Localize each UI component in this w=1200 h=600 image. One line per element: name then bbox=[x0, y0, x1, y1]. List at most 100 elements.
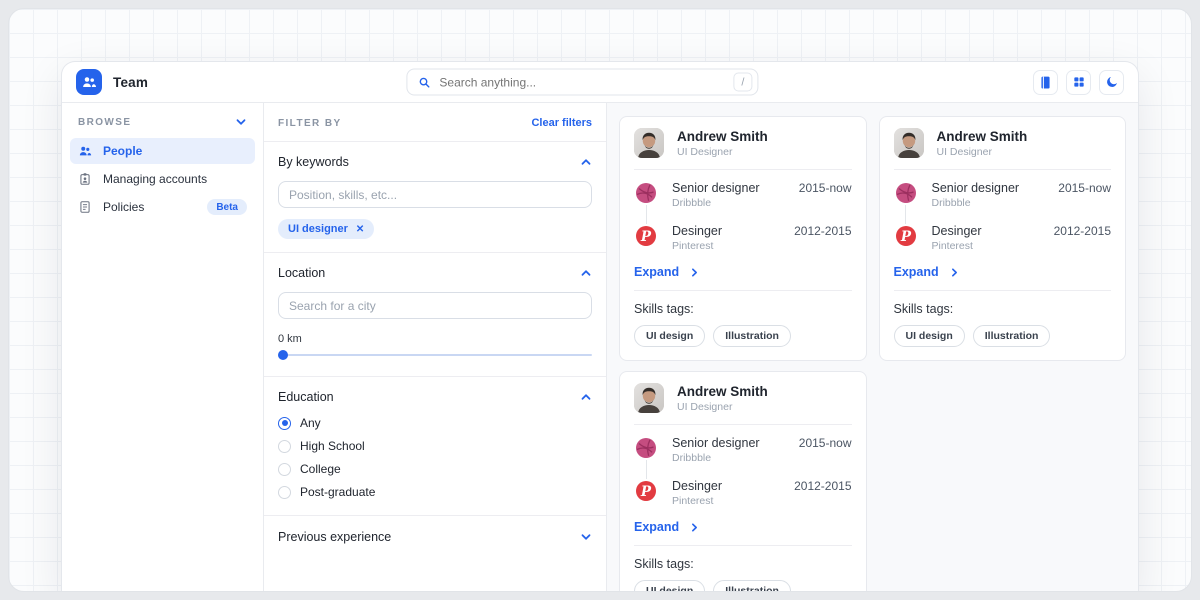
divider bbox=[634, 545, 852, 546]
skills-label: Skills tags: bbox=[894, 302, 1112, 316]
app-title: Team bbox=[113, 75, 148, 90]
experience-row: Senior designer Dribbble 2015-now bbox=[634, 181, 852, 209]
id-badge-icon bbox=[78, 172, 92, 186]
divider bbox=[634, 290, 852, 291]
experience-row: Desinger Pinterest 2012-2015 bbox=[634, 479, 852, 507]
education-section-header[interactable]: Education bbox=[278, 390, 592, 404]
team-logo-icon bbox=[81, 74, 97, 90]
pinterest-icon bbox=[634, 479, 658, 503]
person-card: Andrew Smith UI Designer Senior designer… bbox=[879, 116, 1127, 361]
location-section-header[interactable]: Location bbox=[278, 266, 592, 280]
people-icon bbox=[78, 144, 92, 158]
beta-badge: Beta bbox=[207, 199, 247, 215]
person-role: UI Designer bbox=[677, 401, 768, 413]
skill-chip[interactable]: Illustration bbox=[713, 580, 791, 592]
distance-slider[interactable] bbox=[278, 350, 592, 360]
sidebar-item-managing-accounts[interactable]: Managing accounts bbox=[70, 166, 255, 192]
sidebar-item-people[interactable]: People bbox=[70, 138, 255, 164]
keywords-input[interactable] bbox=[278, 181, 592, 208]
radio-button[interactable] bbox=[278, 486, 291, 499]
skill-chip[interactable]: Illustration bbox=[713, 325, 791, 347]
chevron-down-icon[interactable] bbox=[580, 531, 592, 543]
radio-option-high-school[interactable]: High School bbox=[278, 439, 592, 453]
previous-experience-section-header[interactable]: Previous experience bbox=[278, 530, 592, 544]
app-logo[interactable] bbox=[76, 69, 102, 95]
radio-button[interactable] bbox=[278, 417, 291, 430]
experience-timeline: Senior designer Dribbble 2015-now Desing… bbox=[634, 436, 852, 507]
avatar bbox=[634, 383, 664, 413]
search-shortcut-key: / bbox=[733, 73, 752, 92]
experience-period: 2012-2015 bbox=[794, 479, 851, 493]
book-button[interactable] bbox=[1033, 70, 1058, 95]
experience-period: 2012-2015 bbox=[1054, 224, 1111, 238]
keywords-section-title: By keywords bbox=[278, 155, 349, 169]
expand-button[interactable]: Expand bbox=[894, 265, 1112, 279]
clear-filters-link[interactable]: Clear filters bbox=[531, 117, 592, 129]
divider bbox=[634, 169, 852, 170]
app-window: Team / bbox=[61, 61, 1139, 592]
location-section-title: Location bbox=[278, 266, 325, 280]
sidebar-item-policies[interactable]: Policies Beta bbox=[70, 194, 255, 220]
browse-section-header[interactable]: Browse bbox=[70, 116, 255, 138]
topbar-actions bbox=[1033, 70, 1124, 95]
skills-label: Skills tags: bbox=[634, 557, 852, 571]
search-icon bbox=[417, 75, 431, 89]
global-search[interactable]: / bbox=[406, 69, 758, 96]
expand-button[interactable]: Expand bbox=[634, 520, 852, 534]
skill-chip[interactable]: UI design bbox=[634, 325, 705, 347]
keyword-tag-label: UI designer bbox=[288, 223, 348, 235]
document-icon bbox=[78, 200, 92, 214]
empty-grid-cell bbox=[879, 371, 1127, 592]
filter-by-label: Filter by bbox=[278, 118, 342, 129]
radio-option-any[interactable]: Any bbox=[278, 416, 592, 430]
radio-button[interactable] bbox=[278, 463, 291, 476]
slider-thumb[interactable] bbox=[278, 350, 288, 360]
dark-mode-toggle[interactable] bbox=[1099, 70, 1124, 95]
experience-period: 2015-now bbox=[799, 181, 852, 195]
browse-label: Browse bbox=[78, 117, 131, 128]
apps-grid-button[interactable] bbox=[1066, 70, 1091, 95]
divider bbox=[894, 290, 1112, 291]
chevron-up-icon[interactable] bbox=[580, 156, 592, 168]
sidebar: Browse People Managing accounts bbox=[62, 103, 264, 592]
experience-row: Senior designer Dribbble 2015-now bbox=[634, 436, 852, 464]
skill-chip[interactable]: UI design bbox=[634, 580, 705, 592]
keyword-tag-ui-designer[interactable]: UI designer ✕ bbox=[278, 219, 374, 239]
expand-button[interactable]: Expand bbox=[634, 265, 852, 279]
keywords-section-header[interactable]: By keywords bbox=[278, 155, 592, 169]
remove-tag-icon[interactable]: ✕ bbox=[356, 224, 364, 235]
radio-option-post-graduate[interactable]: Post-graduate bbox=[278, 485, 592, 499]
person-role: UI Designer bbox=[677, 146, 768, 158]
divider bbox=[634, 424, 852, 425]
person-name: Andrew Smith bbox=[677, 129, 768, 144]
experience-row: Desinger Pinterest 2012-2015 bbox=[894, 224, 1112, 252]
sidebar-item-label: People bbox=[103, 144, 142, 158]
chevron-up-icon[interactable] bbox=[580, 391, 592, 403]
slider-track[interactable] bbox=[278, 354, 592, 356]
person-card: Andrew Smith UI Designer Senior designer… bbox=[619, 116, 867, 361]
search-input[interactable] bbox=[439, 75, 725, 89]
book-icon bbox=[1038, 75, 1053, 90]
avatar bbox=[634, 128, 664, 158]
experience-timeline: Senior designer Dribbble 2015-now Desing… bbox=[634, 181, 852, 252]
moon-icon bbox=[1105, 75, 1119, 89]
chevron-right-icon bbox=[689, 522, 700, 533]
skill-chip[interactable]: Illustration bbox=[973, 325, 1051, 347]
city-search-input[interactable] bbox=[278, 292, 592, 319]
chevron-down-icon[interactable] bbox=[235, 116, 247, 128]
radio-option-college[interactable]: College bbox=[278, 462, 592, 476]
pinterest-icon bbox=[634, 224, 658, 248]
top-bar: Team / bbox=[62, 62, 1138, 103]
sidebar-item-label: Managing accounts bbox=[103, 172, 207, 186]
skills-label: Skills tags: bbox=[634, 302, 852, 316]
chevron-up-icon[interactable] bbox=[580, 267, 592, 279]
experience-period: 2012-2015 bbox=[794, 224, 851, 238]
avatar bbox=[894, 128, 924, 158]
skill-chip[interactable]: UI design bbox=[894, 325, 965, 347]
radio-button[interactable] bbox=[278, 440, 291, 453]
education-section-title: Education bbox=[278, 390, 334, 404]
divider bbox=[894, 169, 1112, 170]
experience-period: 2015-now bbox=[799, 436, 852, 450]
chevron-right-icon bbox=[689, 267, 700, 278]
person-name: Andrew Smith bbox=[677, 384, 768, 399]
